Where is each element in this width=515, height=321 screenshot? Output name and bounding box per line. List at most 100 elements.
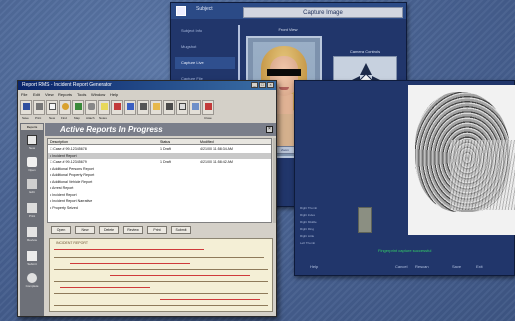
- mail-icon[interactable]: [176, 100, 188, 115]
- table-row[interactable]: • Incident Report Narrative: [48, 198, 271, 204]
- fp-exit-button[interactable]: Exit: [476, 264, 483, 269]
- complete-report-icon[interactable]: [27, 273, 37, 283]
- table-cell-desc: • Additional Property Report: [50, 173, 95, 177]
- fp-cancel-button[interactable]: Cancel: [395, 264, 407, 269]
- table-row[interactable]: • Additional Vehicle Report: [48, 179, 271, 185]
- folder-icon[interactable]: [150, 100, 162, 115]
- grid-icon[interactable]: [163, 100, 175, 115]
- form-line: [54, 269, 268, 270]
- submit-report-icon[interactable]: [27, 251, 37, 261]
- form-line: [60, 287, 150, 288]
- heading-bar: Active Reports In Progress ×: [45, 123, 276, 136]
- sidebar-label[interactable]: Complete: [20, 284, 44, 288]
- finger-thumbnail[interactable]: [358, 207, 372, 233]
- report-titlebar: Report RMS - Incident Report Generator _…: [18, 81, 276, 90]
- close-doc-icon[interactable]: [202, 100, 214, 115]
- delete-button[interactable]: Delete: [99, 226, 119, 234]
- edit-report-icon[interactable]: [27, 179, 37, 189]
- save-icon[interactable]: [20, 100, 32, 115]
- sidebar-label[interactable]: Print: [20, 214, 44, 218]
- table-row[interactable]: • Property Seized: [48, 205, 271, 211]
- report-writer-window: Report RMS - Incident Report Generator _…: [17, 80, 277, 317]
- page-title: Active Reports In Progress: [60, 125, 163, 134]
- sidebar-label[interactable]: New: [20, 146, 44, 150]
- find-icon[interactable]: [59, 100, 71, 115]
- open-button[interactable]: Open: [51, 226, 71, 234]
- table-cell-desc: • Incident Report Narrative: [50, 199, 93, 203]
- finger-list-item[interactable]: Right Index: [300, 212, 356, 219]
- fp-save-button[interactable]: Save: [452, 264, 461, 269]
- table-cell-desc: □ Case # 99-12345678: [50, 147, 87, 151]
- attach-icon[interactable]: [85, 100, 97, 115]
- checkbox-icon[interactable]: [176, 6, 186, 16]
- toolbar-label: Save: [22, 116, 29, 120]
- submit-button[interactable]: Submit: [171, 226, 191, 234]
- capture-nav-item[interactable]: Mugshot: [175, 41, 235, 53]
- new-report-icon[interactable]: [27, 135, 37, 145]
- menu-bar: File Edit View Reports Tools Window Help: [18, 91, 276, 99]
- new-icon[interactable]: [46, 100, 58, 115]
- finger-list-item[interactable]: Right Little: [300, 233, 356, 240]
- table-cell-status: 1 Draft: [160, 147, 171, 151]
- fp-rescan-button[interactable]: Rescan: [415, 264, 429, 269]
- sidebar-label[interactable]: Submit: [20, 262, 44, 266]
- mouth-shape: [279, 87, 289, 90]
- table-row[interactable]: • Arrest Report: [48, 185, 271, 191]
- tool-icon[interactable]: [137, 100, 149, 115]
- toolbar-label: Notes: [99, 116, 107, 120]
- column-header[interactable]: Modified: [198, 139, 271, 145]
- table-cell-modified: 4/21/00 11:58:42 AM: [200, 160, 233, 164]
- form-line: [54, 293, 268, 294]
- menu-edit[interactable]: Edit: [33, 92, 40, 97]
- form-line: [54, 305, 268, 306]
- new-button[interactable]: New: [75, 226, 95, 234]
- map-icon[interactable]: [72, 100, 84, 115]
- menu-view[interactable]: View: [45, 92, 54, 97]
- close-panel-icon[interactable]: ×: [266, 126, 273, 133]
- finger-list-item[interactable]: Right Middle: [300, 219, 356, 226]
- notes-icon[interactable]: [98, 100, 110, 115]
- print-icon[interactable]: [33, 100, 45, 115]
- table-row[interactable]: □ Case # 99-12345678 1 Draft 4/21/00 11:58…: [48, 146, 271, 152]
- menu-tools[interactable]: Tools: [77, 92, 86, 97]
- capture-nav-item[interactable]: Subject Info: [175, 25, 235, 37]
- menu-window[interactable]: Window: [91, 92, 105, 97]
- table-cell-desc: • Incident Report: [50, 153, 77, 158]
- minimize-icon[interactable]: _: [251, 82, 258, 88]
- review-button[interactable]: Review: [123, 226, 143, 234]
- fp-help-button[interactable]: Help: [310, 264, 318, 269]
- review-report-icon[interactable]: [27, 227, 37, 237]
- menu-file[interactable]: File: [21, 92, 27, 97]
- finger-list-item[interactable]: Right Thumb: [300, 205, 356, 212]
- toolbar-label: Map: [74, 116, 80, 120]
- form-line: [54, 281, 268, 282]
- finger-list-item[interactable]: Left Thumb: [300, 240, 356, 247]
- red-flag-icon[interactable]: [111, 100, 123, 115]
- form-line: [54, 257, 264, 258]
- toolbar-label: Print: [35, 116, 42, 120]
- close-icon[interactable]: ×: [267, 82, 274, 88]
- print-button[interactable]: Print: [147, 226, 167, 234]
- chart-icon[interactable]: [189, 100, 201, 115]
- sidebar-label[interactable]: Edit: [20, 190, 44, 194]
- reports-table: Description Status Modified □ Case # 99-…: [47, 138, 272, 223]
- capture-nav-item[interactable]: Capture Live: [175, 57, 235, 69]
- form-line: [54, 249, 204, 250]
- table-row[interactable]: • Additional Property Report: [48, 172, 271, 178]
- table-scrollbar[interactable]: [273, 138, 276, 223]
- sidebar-label[interactable]: Open: [20, 168, 44, 172]
- menu-reports[interactable]: Reports: [58, 92, 72, 97]
- table-row[interactable]: • Incident Report: [48, 152, 271, 159]
- menu-help[interactable]: Help: [110, 92, 118, 97]
- table-row[interactable]: □ Case # 99-12345679 1 Draft 4/21/00 11:58…: [48, 159, 271, 165]
- table-row[interactable]: • Incident Report: [48, 192, 271, 198]
- finger-list-item[interactable]: Right Ring: [300, 226, 356, 233]
- sidebar-label[interactable]: Review: [20, 238, 44, 242]
- column-header[interactable]: Status: [158, 139, 198, 145]
- print-report-icon[interactable]: [27, 203, 37, 213]
- blue-icon[interactable]: [124, 100, 136, 115]
- open-report-icon[interactable]: [27, 157, 37, 167]
- column-header[interactable]: Description: [48, 139, 158, 145]
- maximize-icon[interactable]: □: [259, 82, 266, 88]
- table-row[interactable]: • Additional Persons Report: [48, 166, 271, 172]
